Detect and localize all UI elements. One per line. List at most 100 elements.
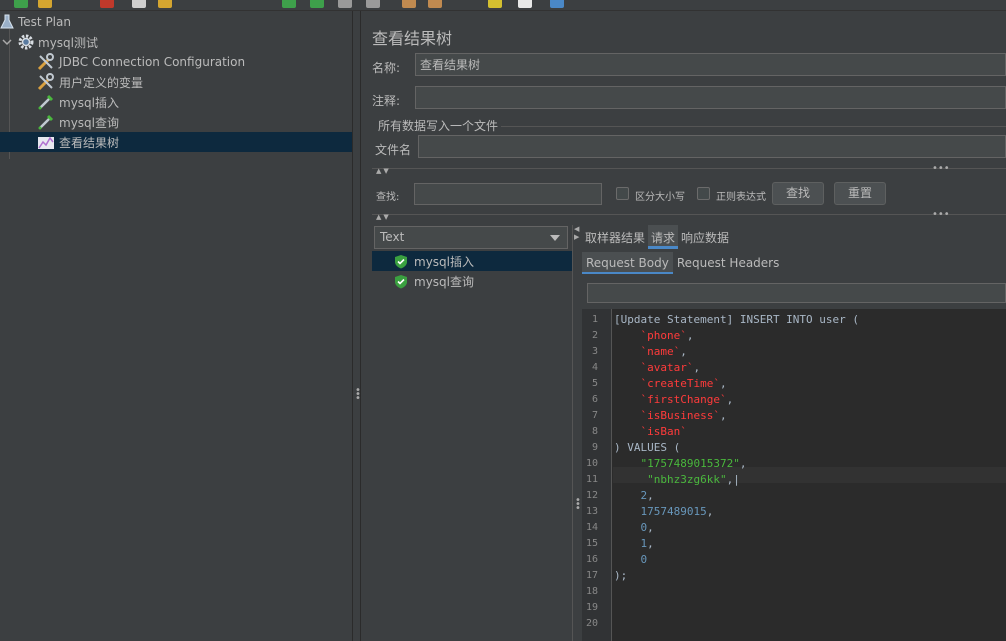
case-sensitive-checkbox[interactable]	[616, 187, 629, 200]
tab-response-data[interactable]: 响应数据	[678, 225, 732, 249]
result-item[interactable]: mysql插入	[372, 251, 573, 271]
tree-item-jdbc-config[interactable]: JDBC Connection Configuration	[0, 52, 352, 72]
request-search-bar[interactable]	[587, 283, 1006, 303]
tab-sampler-result[interactable]: 取样器结果	[582, 225, 648, 249]
splitter-grip-icon[interactable]: •••	[575, 496, 581, 514]
code-line: `firstChange`,	[614, 393, 733, 406]
reset-button[interactable]: 重置	[834, 182, 886, 205]
tab-request-body[interactable]: Request Body	[582, 252, 673, 274]
code-line: 2,	[614, 489, 653, 502]
shutdown-icon[interactable]	[366, 0, 380, 8]
code-token: );	[614, 569, 628, 582]
renderer-select[interactable]: Text	[374, 226, 568, 249]
success-shield-icon	[395, 254, 407, 268]
code-line: 1757489015,	[614, 505, 713, 518]
line-number: 1	[591, 314, 598, 325]
code-line: ) VALUES (	[614, 441, 680, 454]
request-body-editor[interactable]: 1 [Update Statement] INSERT INTO user (2 …	[582, 309, 1006, 641]
code-token: ,	[693, 361, 701, 374]
search-icon[interactable]	[488, 0, 502, 8]
splitter-grip-icon[interactable]: •••	[932, 163, 950, 174]
folder-icon[interactable]	[38, 0, 52, 8]
tree-item-label: 查看结果树	[59, 135, 120, 150]
tree-item-test-plan[interactable]: Test Plan	[0, 12, 352, 32]
function-icon[interactable]	[518, 0, 532, 8]
line-number: 14	[585, 522, 598, 533]
line-number: 2	[591, 330, 598, 341]
results-splitter[interactable]: ◀ ▶ • • •	[572, 225, 581, 641]
tree-item-label: mysql插入	[59, 95, 119, 110]
copy-icon[interactable]	[132, 0, 146, 8]
line-number: 18	[585, 586, 598, 597]
chevron-down-icon[interactable]	[2, 37, 12, 47]
run-icon[interactable]	[14, 0, 28, 8]
request-subtabs: Request Body Request Headers	[582, 252, 1006, 274]
case-sensitive-label: 区分大小写	[635, 192, 685, 203]
code-line: `isBan`	[614, 425, 686, 438]
tree-item-mysql-query[interactable]: mysql查询	[0, 112, 352, 132]
pipette-icon	[38, 114, 54, 130]
regex-checkbox[interactable]	[697, 187, 710, 200]
start-icon[interactable]	[282, 0, 296, 8]
code-token: 0	[614, 553, 648, 566]
code-line: 0,	[614, 521, 654, 534]
code-token: "nbhz3zg6kk"	[614, 473, 727, 486]
tab-request[interactable]: 请求	[648, 225, 679, 249]
tree-item-user-variables[interactable]: 用户定义的变量	[0, 72, 352, 92]
clear-all-icon[interactable]	[428, 0, 442, 8]
code-token: ,	[647, 537, 654, 550]
start-no-pause-icon[interactable]	[310, 0, 324, 8]
line-number: 3	[591, 346, 598, 357]
find-button[interactable]: 查找	[772, 182, 824, 205]
code-token: ,	[647, 521, 654, 534]
code-line: [Update Statement] INSERT INTO user (	[614, 313, 859, 326]
tree-item-mysql-insert[interactable]: mysql插入	[0, 92, 352, 112]
line-number: 6	[591, 394, 598, 405]
line-number: 7	[591, 410, 598, 421]
name-label: 名称:	[372, 61, 401, 75]
collapse-arrows-icon[interactable]: ▲▼	[376, 213, 391, 221]
top-splitter[interactable]: ▲▼ •••	[372, 163, 1006, 175]
code-line: 1,	[614, 537, 654, 550]
filename-label: 文件名	[375, 143, 412, 157]
result-item[interactable]: mysql查询	[372, 271, 573, 291]
paste-icon[interactable]	[158, 0, 172, 8]
tab-request-headers[interactable]: Request Headers	[673, 252, 784, 274]
code-token: 0	[614, 521, 648, 534]
code-line: "nbhz3zg6kk",|	[614, 473, 740, 486]
line-number: 12	[585, 490, 598, 501]
code-token: ,	[726, 393, 734, 406]
code-line: "1757489015372",	[614, 457, 746, 470]
left-splitter[interactable]	[352, 11, 361, 641]
splitter-grip-icon[interactable]: •••	[932, 209, 950, 220]
code-token: 1757489015	[614, 505, 707, 518]
success-shield-icon	[395, 274, 407, 288]
code-line: `phone`,	[614, 329, 693, 342]
result-tabs: 取样器结果 请求 响应数据	[582, 225, 732, 249]
chart-icon	[38, 136, 54, 149]
middle-splitter[interactable]: ▲▼ •••	[372, 209, 1006, 221]
search-input[interactable]	[414, 183, 602, 205]
comment-field[interactable]	[415, 86, 1006, 109]
code-token: `avatar`	[614, 361, 694, 374]
renderer-value: Text	[380, 230, 405, 244]
collapse-arrows-icon[interactable]: ▲▼	[376, 167, 391, 175]
help-icon[interactable]	[550, 0, 564, 8]
clear-icon[interactable]	[402, 0, 416, 8]
name-field[interactable]	[415, 53, 1006, 76]
line-number: 9	[591, 442, 598, 453]
collapse-arrows-icon[interactable]: ◀ ▶	[574, 225, 579, 241]
gear-icon	[18, 34, 34, 50]
code-token: `name`	[614, 345, 681, 358]
file-group-label: 所有数据写入一个文件	[378, 119, 499, 133]
tree-item-thread-group[interactable]: mysql测试	[0, 32, 352, 52]
cut-icon[interactable]	[100, 0, 114, 8]
code-token: "1757489015372"	[614, 457, 740, 470]
tree-item-view-results-tree[interactable]: 查看结果树	[0, 132, 352, 152]
line-number: 16	[585, 554, 598, 565]
stop-icon[interactable]	[338, 0, 352, 8]
code-token: ,	[686, 329, 694, 342]
chevron-down-icon[interactable]	[550, 235, 560, 241]
line-number: 19	[585, 602, 598, 613]
filename-field[interactable]	[418, 135, 1006, 158]
